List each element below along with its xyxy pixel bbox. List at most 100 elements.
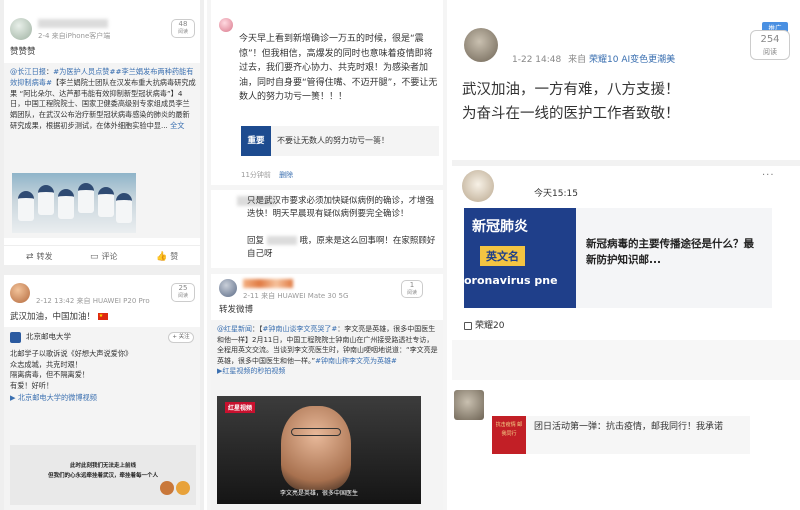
username-redacted <box>243 279 293 288</box>
device-icon <box>464 321 472 330</box>
hashtag-link[interactable]: #为医护人员点赞# <box>53 67 115 76</box>
post-meta: 11分钟前 删除 <box>241 170 293 180</box>
repost-box[interactable]: @红星新闻：【#钟南山谈李文亮哭了#：李文亮是英雄，很多中国医生和他一样】2月1… <box>211 320 443 510</box>
repost-author[interactable]: 北京邮电大学 <box>26 331 71 343</box>
avatar[interactable] <box>462 170 494 202</box>
like-label: 赞 <box>170 252 179 261</box>
post-text: 转发微博 <box>219 305 254 315</box>
divider <box>452 340 800 380</box>
repost-body: @长江日报：#为医护人员点赞##李兰娟发布两种药能有效抑制病毒#【李兰娟院士团队… <box>10 67 196 130</box>
post-text: 今天早上看到新增确诊一万五的时候，很是“震惊”！但我相信，高爆发的同时也意味着疫… <box>239 34 438 102</box>
video-subtitle: 李文亮是英雄，很多中国医生 <box>279 490 358 497</box>
video-corner-avatar <box>160 481 174 495</box>
post-meta: 1-22 14:48 来自 荣耀10 AI变色更潮美 <box>512 52 675 65</box>
post-time: 2-4 <box>38 32 50 40</box>
screenshot-panel-middle: 今天早上看到新增确诊一万五的时候，很是“震惊”！但我相信，高爆发的同时也意味着疫… <box>207 0 447 510</box>
post-source-link[interactable]: 荣耀10 AI变色更潮美 <box>589 55 675 65</box>
avatar[interactable] <box>10 283 30 303</box>
article-thumbnail: 新冠肺炎 英文名 oronavirus pne <box>464 208 576 308</box>
views-badge: 254 阅读 <box>750 30 790 60</box>
username-redacted <box>38 19 108 28</box>
shared-text: 团日活动第一弹：抗击疫情，邮我同行！我承诺 <box>534 422 724 432</box>
post-card: 今天早上看到新增确诊一万五的时候，很是“震惊”！但我相信，高爆发的同时也意味着疫… <box>211 0 443 185</box>
repost-button[interactable]: ⇄ 转发 <box>26 251 53 262</box>
more-icon[interactable]: ··· <box>762 170 775 181</box>
reply-line: 回复 哦，原来是这么回事啊！在家照顾好自己呀 <box>247 235 439 261</box>
repost-avatar[interactable] <box>10 332 21 343</box>
lab-photo[interactable] <box>12 173 136 233</box>
like-icon: 👍 <box>156 252 168 262</box>
article-card[interactable]: 新冠肺炎 英文名 oronavirus pne 新冠病毒的主要传播途径是什么？最… <box>464 208 772 308</box>
post-card: 1-22 14:48 来自 荣耀10 AI变色更潮美 推广 254 阅读 武汉加… <box>452 0 800 160</box>
repost-box[interactable]: @长江日报：#为医护人员点赞##李兰娟发布两种药能有效抑制病毒#【李兰娟院士团队… <box>4 63 200 238</box>
hashtag-link[interactable]: #钟南山谈李文亮哭了# <box>263 325 338 333</box>
post-source-prefix: 来自 <box>568 55 587 65</box>
avatar[interactable] <box>464 28 498 62</box>
video-logo: 红星视频 <box>225 402 256 413</box>
views-label: 阅读 <box>177 29 188 35</box>
post-time: 今天15:15 <box>534 189 578 199</box>
repost-box[interactable]: 北京邮电大学 + 关注 北邮学子以歌诉说《好想大声说爱你》 众志成城，共克时艰！… <box>4 327 200 510</box>
video-link[interactable]: ▶ 北京邮电大学的微博视频 <box>10 393 97 403</box>
post-source: 来自iPhone客户端 <box>51 32 111 40</box>
researcher-figure <box>58 189 74 219</box>
like-button[interactable]: 👍 赞 <box>156 251 178 262</box>
post-time: 2-11 <box>243 292 259 300</box>
video-thumbnail[interactable]: 此时此刻我们无法走上前线 但我们的心永远牵挂着武汉，牵挂着每一个人 <box>10 445 196 505</box>
article-title: 不要让无数人的努力功亏一篑！ <box>277 136 389 145</box>
post-source: 来自 HUAWEI P20 Pro <box>76 297 150 305</box>
repost-author-link[interactable]: @红星新闻 <box>217 325 252 333</box>
hashtag-link[interactable]: #钟南山称李文亮为英雄# <box>315 357 397 365</box>
researcher-figure <box>18 191 34 221</box>
views-count: 48 <box>178 20 188 28</box>
post-meta: 2-12 13:42 来自 HUAWEI P20 Pro <box>36 296 150 306</box>
reply-label: 回复 <box>247 236 265 246</box>
video-caption: 但我们的心永远牵挂着武汉，牵挂着每一个人 <box>47 473 158 479</box>
avatar[interactable] <box>10 18 32 40</box>
video-caption: 此时此刻我们无法走上前线 <box>69 463 136 469</box>
post-text: 武汉加油，一方有难，八方支援！ 为奋斗在一线的医护工作者致敬！ <box>462 78 680 126</box>
avatar[interactable] <box>219 18 233 32</box>
banner-sub: 英文名 <box>480 246 525 266</box>
post-text-line: 为奋斗在一线的医护工作者致敬！ <box>462 106 680 122</box>
post-time: 2-12 13:42 <box>36 297 75 305</box>
researcher-figure <box>38 185 54 215</box>
delete-button[interactable]: 删除 <box>279 171 293 179</box>
video-link[interactable]: 红星视频的秒拍视频 <box>222 367 285 375</box>
china-flag-icon: ★ <box>97 313 108 320</box>
researcher-figure <box>78 183 94 213</box>
speaker-face <box>281 406 351 490</box>
views-count: 1 <box>409 281 415 289</box>
post-source: 来自 HUAWEI Mate 30 5G <box>261 292 349 300</box>
comment-icon: ▭ <box>90 252 99 262</box>
article-card[interactable]: 重要 不要让无数人的努力功亏一篑！ <box>241 126 439 156</box>
full-text-link[interactable]: 全文 <box>170 121 184 130</box>
screenshot-panel-left: 2-4 来自iPhone客户端 48 阅读 赞赞赞 @长江日报：#为医护人员点赞… <box>0 0 204 510</box>
post-time: 11分钟前 <box>241 171 271 179</box>
comment-label: 评论 <box>101 252 118 261</box>
views-label: 阅读 <box>406 290 417 296</box>
views-count: 25 <box>178 284 188 292</box>
shared-card[interactable]: 抗击疫情 邮我同行 团日活动第一弹：抗击疫情，邮我同行！我承诺 <box>492 416 750 454</box>
post-text: 赞赞赞 <box>10 47 36 57</box>
post-text: 武汉加油，中国加油！ ★ <box>10 311 108 323</box>
action-bar: ⇄ 转发 ▭ 评论 👍 赞 <box>4 245 200 265</box>
video-thumbnail[interactable]: 红星视频 李文亮是英雄，很多中国医生 <box>217 396 421 504</box>
views-count: 254 <box>760 34 780 45</box>
device-name: 荣耀20 <box>475 321 505 331</box>
follow-button[interactable]: + 关注 <box>168 332 194 343</box>
post-text: 只是武汉市要求必须加快疑似病例的确诊，才增强迭快！明天早晨现有疑似病例要完全确诊… <box>247 196 435 219</box>
avatar[interactable] <box>454 390 484 420</box>
post-card: 2-11 来自 HUAWEI Mate 30 5G 1 阅读 转发微博 @红星新… <box>211 274 443 510</box>
post-card: 只是武汉市要求必须加快疑似病例的确诊，才增强迭快！明天早晨现有疑似病例要完全确诊… <box>211 190 443 268</box>
repost-text: 北邮学子以歌诉说《好想大声说爱你》 众志成城，共克时艰！ 隔离病毒，但不隔离爱！… <box>10 349 133 390</box>
avatar[interactable] <box>219 279 237 297</box>
article-title: 新冠病毒的主要传播途径是什么？最新防护知识邮... <box>586 238 754 266</box>
repost-author-link[interactable]: @长江日报 <box>10 67 46 76</box>
comment-button[interactable]: ▭ 评论 <box>90 251 118 262</box>
views-badge: 1 阅读 <box>401 280 423 298</box>
screenshot-panel-right: 1-22 14:48 来自 荣耀10 AI变色更潮美 推广 254 阅读 武汉加… <box>452 0 800 510</box>
views-badge: 48 阅读 <box>171 19 195 38</box>
video-link-label: 北京邮电大学的微博视频 <box>17 393 97 402</box>
researcher-figure <box>98 187 114 217</box>
